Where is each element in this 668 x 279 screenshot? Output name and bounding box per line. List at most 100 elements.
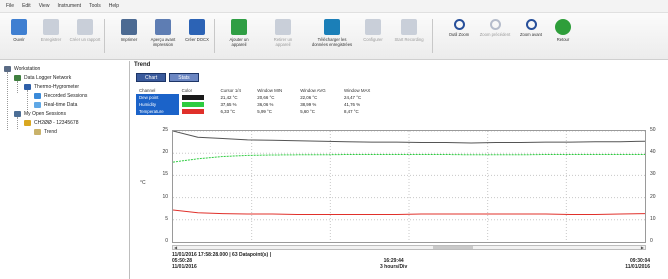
chart-scrollbar[interactable]: ◀ ▶ — [172, 245, 646, 250]
toolbar-label: Ajouter un appareil — [229, 37, 249, 47]
toolbar-label: Ouvrir — [13, 37, 25, 42]
channel-name: Dew point — [136, 94, 179, 101]
tree-item-network[interactable]: Data Logger Network — [14, 74, 71, 82]
y-tick-left: 0 — [165, 238, 168, 244]
channel-name: Humidity — [136, 101, 179, 108]
zoom-tool-icon — [453, 19, 465, 30]
color-swatch — [181, 109, 204, 115]
trend-chart[interactable] — [172, 130, 646, 243]
tree-item-workstation[interactable]: Workstation — [4, 65, 40, 73]
col-window-max: Window MAX — [344, 88, 371, 93]
tab-stats[interactable]: Stats — [169, 73, 199, 82]
zoom-tool-button[interactable]: Outil Zoom — [442, 15, 476, 57]
panel-title: Trend — [134, 62, 151, 68]
trend-icon — [34, 129, 41, 135]
add-device-button[interactable]: Ajouter un appareil — [222, 15, 256, 57]
folder-open-button[interactable]: Ouvrir — [2, 15, 36, 57]
toolbar-separator — [214, 19, 215, 53]
save-button[interactable]: Enregistrer — [34, 15, 68, 57]
print-icon — [121, 19, 137, 35]
window-max-value: 24,47 °C — [344, 95, 362, 100]
y-tick-left: 25 — [162, 127, 168, 133]
tab-strip: Chart Stats — [136, 73, 202, 82]
table-row[interactable]: Humidity 37,65 % 36,06 % 38,99 % 41,76 % — [136, 101, 386, 108]
tree-item-trend[interactable]: Trend — [34, 128, 57, 136]
window-max-value: 41,76 % — [344, 102, 361, 107]
scroll-left-icon[interactable]: ◀ — [174, 245, 177, 250]
y-tick-right: 50 — [650, 127, 656, 133]
workstation-icon — [4, 66, 11, 72]
cursor-value: 21,42 °C — [220, 95, 238, 100]
zoom-in-button[interactable]: Zoom avant — [514, 15, 548, 57]
color-swatch — [181, 102, 204, 108]
menu-file[interactable]: File — [6, 3, 14, 9]
tree-item-label: Data Logger Network — [24, 75, 72, 81]
trend-chart-svg — [172, 130, 646, 242]
remove-device-button[interactable]: Retirer un appareil — [266, 15, 300, 57]
start-date: 11/01/2016 — [172, 264, 197, 270]
back-icon — [555, 19, 571, 35]
menu-instrument[interactable]: Instrument — [57, 3, 81, 9]
record-button[interactable]: Start Recording — [392, 15, 426, 57]
time-scale: 16:29:44 3 hours/Div — [380, 258, 407, 270]
download-button[interactable]: Télécharger les données enregistrées — [310, 15, 354, 57]
trend-panel: Trend Chart Stats Channel Color Cursor 1… — [132, 61, 668, 279]
window-min-value: 5,99 °C — [257, 109, 272, 114]
device-icon — [24, 84, 31, 90]
window-min-value: 20,66 °C — [257, 95, 275, 100]
save-icon — [43, 19, 59, 35]
back-button[interactable]: Retour — [546, 15, 580, 57]
toolbar-label: Retirer un appareil — [273, 37, 293, 47]
channel-color — [179, 94, 218, 101]
col-color: Color — [181, 88, 193, 93]
toolbar-label: Créer un rapport — [69, 37, 101, 42]
channel-table: Channel Color Cursor 1/4 Window MIN Wind… — [136, 87, 386, 115]
report-button[interactable]: Créer un rapport — [68, 15, 102, 57]
tree-item-device[interactable]: Thermo-Hygrometer — [24, 83, 79, 91]
sessions-icon — [34, 93, 41, 99]
tree-item-label: Real-time Data — [44, 102, 78, 108]
tree-item-realtime[interactable]: Real-time Data — [34, 101, 77, 109]
configure-button[interactable]: Configurer — [356, 15, 390, 57]
network-icon — [14, 75, 21, 81]
cursor-value: 37,65 % — [220, 102, 237, 107]
menu-tools[interactable]: Tools — [89, 3, 101, 9]
toolbar-label: Enregistrer — [40, 37, 62, 42]
tab-chart[interactable]: Chart — [136, 73, 167, 82]
y-tick-right: 40 — [650, 149, 656, 156]
menu-view[interactable]: View — [39, 3, 50, 9]
window-avg-value: 22,06 °C — [300, 95, 318, 100]
toolbar-label: Outil Zoom — [448, 32, 470, 37]
channel-name: Temperature — [136, 108, 179, 115]
table-row[interactable]: Temperature 6,33 °C 5,99 °C 5,60 °C 8,47 °C — [136, 108, 386, 115]
channel-color — [179, 101, 218, 108]
session-folder-icon — [24, 120, 31, 126]
zoom-previous-button[interactable]: Zoom précédent — [478, 15, 512, 57]
tree-item-open-sessions[interactable]: My Open Sessions — [14, 110, 66, 118]
menu-edit[interactable]: Edit — [22, 3, 31, 9]
cursor-info: 11/01/2016 17:58:28.000 | 63 Datapoint(s… — [172, 252, 271, 270]
col-cursor: Cursor 1/4 — [220, 88, 241, 93]
table-row[interactable]: Dew point 21,42 °C 20,66 °C 22,06 °C 24,47 °… — [136, 94, 386, 101]
scroll-thumb[interactable] — [432, 246, 473, 249]
print-preview-button[interactable]: Aperçu avant impression — [146, 15, 180, 57]
scroll-right-icon[interactable]: ▶ — [641, 245, 644, 250]
toolbar-separator — [432, 19, 433, 53]
print-button[interactable]: Imprimer — [112, 15, 146, 57]
tree-item-sessions[interactable]: Recorded Sessions — [34, 92, 87, 100]
tree-item-session-folder[interactable]: CH2ØØ - 12345678 — [24, 119, 78, 127]
open-sessions-icon — [14, 111, 21, 117]
docx-icon — [189, 19, 205, 35]
toolbar-separator — [104, 19, 105, 53]
configure-icon — [365, 19, 381, 35]
docx-button[interactable]: Créer DOCX — [180, 15, 214, 57]
toolbar-label: Start Recording — [394, 37, 424, 42]
report-icon — [77, 19, 93, 35]
col-window-avg: Window AVG — [300, 88, 326, 93]
navigation-tree: Workstation Data Logger Network Thermo-Hyg… — [0, 61, 130, 279]
print-preview-icon — [155, 19, 171, 35]
menu-help[interactable]: Help — [109, 3, 119, 9]
y-tick-right: 0 — [650, 238, 653, 244]
toolbar-label: Créer DOCX — [185, 37, 209, 42]
y-axis-label: °C — [140, 180, 146, 186]
